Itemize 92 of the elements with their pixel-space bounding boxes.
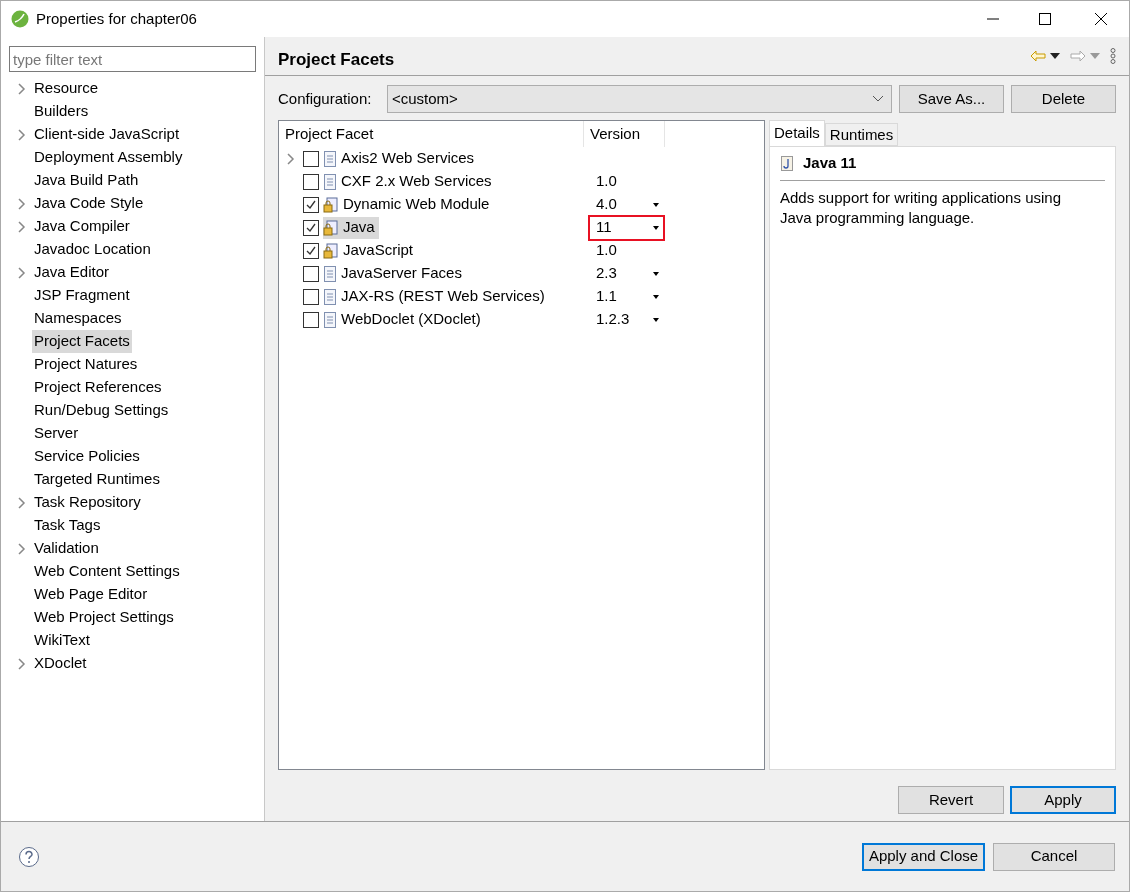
close-icon[interactable]: [1095, 13, 1107, 25]
details-description: Adds support for writing applications using Java programming language.: [780, 188, 1062, 228]
help-icon[interactable]: [18, 845, 40, 868]
dropdown-arrow-icon: [653, 225, 659, 230]
document-icon: [323, 288, 337, 305]
sidebar-item[interactable]: Server: [32, 422, 81, 445]
facet-name: JavaScript: [343, 240, 414, 261]
dropdown-arrow-icon[interactable]: [1050, 53, 1060, 59]
sidebar-item[interactable]: Validation: [32, 537, 101, 560]
button[interactable]: Save As...: [899, 85, 1004, 113]
sidebar-item[interactable]: Run/Debug Settings: [32, 399, 171, 422]
document-icon: [323, 265, 337, 282]
sidebar-item[interactable]: Resource: [32, 77, 101, 100]
checkbox[interactable]: [303, 219, 319, 236]
tab[interactable]: Details: [769, 120, 825, 146]
button[interactable]: Cancel: [993, 842, 1115, 871]
version-cell-text: 1.0: [595, 171, 618, 192]
sidebar-item[interactable]: Builders: [32, 100, 91, 123]
sidebar-item[interactable]: Namespaces: [32, 307, 124, 330]
sidebar-item[interactable]: Targeted Runtimes: [32, 468, 162, 491]
chevron-right-icon[interactable]: [18, 220, 26, 233]
chevron-down-icon: [872, 95, 884, 103]
sidebar-item[interactable]: Java Compiler: [32, 215, 132, 238]
button[interactable]: Delete: [1011, 85, 1116, 113]
chevron-right-icon[interactable]: [18, 128, 26, 141]
dropdown-arrow-icon: [653, 202, 659, 207]
dropdown-arrow-icon: [653, 271, 659, 276]
page-title: Project Facets: [278, 49, 395, 72]
checkbox[interactable]: [303, 150, 319, 167]
sidebar-item[interactable]: Task Repository: [32, 491, 143, 514]
button[interactable]: Apply: [1010, 786, 1116, 814]
locked-facet-icon: [323, 219, 339, 236]
forward-arrow-icon[interactable]: [1070, 50, 1086, 62]
sidebar-item[interactable]: JSP Fragment: [32, 284, 132, 307]
facet-name: Java: [343, 217, 375, 238]
facet-name: JavaServer Faces: [341, 263, 462, 284]
menu-icon[interactable]: [1110, 48, 1116, 64]
sidebar-item[interactable]: Project Facets: [32, 330, 132, 353]
column-header[interactable]: Version: [584, 121, 665, 147]
button[interactable]: Apply and Close: [862, 842, 985, 871]
sidebar-item[interactable]: Web Page Editor: [32, 583, 150, 606]
chevron-right-icon[interactable]: [18, 197, 26, 210]
facet-name: WebDoclet (XDoclet): [341, 309, 481, 330]
checkbox[interactable]: [303, 311, 319, 328]
sidebar-item[interactable]: Web Content Settings: [32, 560, 182, 583]
filter-field[interactable]: type filter text: [9, 46, 256, 72]
sidebar-item[interactable]: Project References: [32, 376, 164, 399]
locked-facet-icon: [323, 196, 339, 213]
tab[interactable]: Runtimes: [824, 123, 899, 146]
version-cell[interactable]: 11: [588, 214, 665, 241]
sidebar-item[interactable]: XDoclet: [32, 652, 89, 675]
locked-facet-icon: [323, 242, 339, 259]
configuration-label: Configuration:: [278, 88, 373, 109]
sidebar-item[interactable]: WikiText: [32, 629, 92, 652]
chevron-right-icon[interactable]: [18, 266, 26, 279]
chevron-right-icon[interactable]: [287, 152, 295, 165]
sidebar-item[interactable]: Service Policies: [32, 445, 142, 468]
chevron-right-icon[interactable]: [18, 496, 26, 509]
facet-name: CXF 2.x Web Services: [341, 171, 492, 192]
sidebar-item[interactable]: Client-side JavaScript: [32, 123, 182, 146]
checkbox[interactable]: [303, 173, 319, 190]
dropdown-arrow-icon: [653, 317, 659, 322]
chevron-right-icon[interactable]: [18, 657, 26, 670]
facet-name: Dynamic Web Module: [343, 194, 490, 215]
sidebar-item[interactable]: Web Project Settings: [32, 606, 176, 629]
column-header[interactable]: Project Facet: [279, 121, 584, 147]
facet-name: JAX-RS (REST Web Services): [341, 286, 545, 307]
sidebar-item[interactable]: Javadoc Location: [32, 238, 153, 261]
version-cell-text: 1.0: [595, 240, 618, 261]
document-icon: [323, 150, 337, 167]
window-title: Properties for chapter06: [36, 8, 197, 29]
java-file-icon: [781, 156, 793, 171]
checkbox[interactable]: [303, 288, 319, 305]
document-icon: [323, 173, 337, 190]
checkbox[interactable]: [303, 196, 319, 213]
checkbox[interactable]: [303, 242, 319, 259]
details-title: Java 11: [803, 153, 857, 174]
sidebar-item[interactable]: Java Editor: [32, 261, 112, 284]
document-icon: [323, 311, 337, 328]
sidebar-item[interactable]: Java Code Style: [32, 192, 146, 215]
sidebar-item[interactable]: Deployment Assembly: [32, 146, 185, 169]
checkbox[interactable]: [303, 265, 319, 282]
chevron-right-icon[interactable]: [18, 82, 26, 95]
configuration-dropdown[interactable]: <custom>: [387, 85, 892, 113]
dropdown-arrow-icon: [653, 294, 659, 299]
button[interactable]: Revert: [898, 786, 1004, 814]
facet-name: Axis2 Web Services: [341, 148, 475, 169]
maximize-icon[interactable]: [1039, 13, 1051, 25]
sidebar-item[interactable]: Java Build Path: [32, 169, 141, 192]
sidebar-item[interactable]: Project Natures: [32, 353, 140, 376]
sidebar-item[interactable]: Task Tags: [32, 514, 103, 537]
chevron-right-icon[interactable]: [18, 542, 26, 555]
